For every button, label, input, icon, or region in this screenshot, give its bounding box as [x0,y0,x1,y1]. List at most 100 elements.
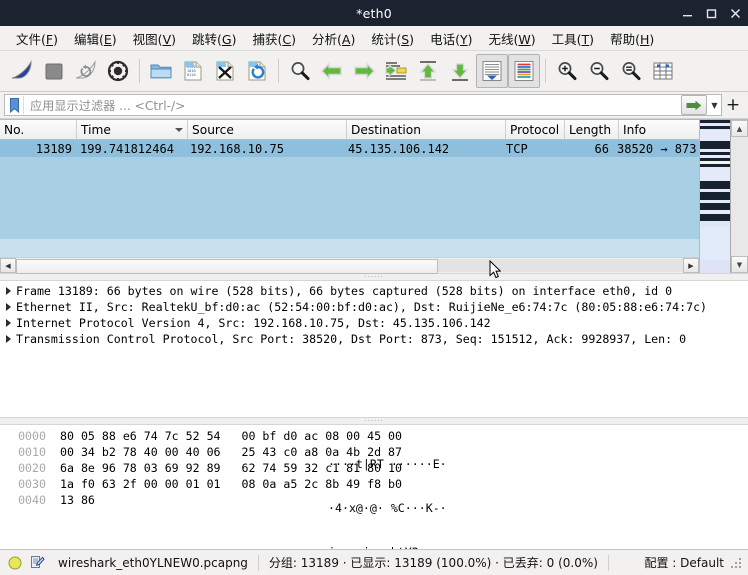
detail-row-tcp[interactable]: Transmission Control Protocol, Src Port:… [0,331,748,347]
restart-capture-icon[interactable] [70,54,102,88]
packet-list-rows: 13189 199.741812464 192.168.10.75 45.135… [0,140,699,257]
menu-analyze[interactable]: 分析(A) [304,27,363,50]
hex-dump[interactable]: 0000 0010 0020 0030 0040 80 05 88 e6 74 … [0,428,447,549]
menu-statistics[interactable]: 统计(S) [363,27,422,50]
column-header-no[interactable]: No. [0,120,77,139]
display-filter-bar: 应用显示过滤器 ... <Ctrl-/> ▼ + [0,92,748,119]
scroll-right-icon[interactable]: ▶ [683,258,699,273]
capture-comment-icon[interactable] [26,555,48,570]
expand-triangle-icon[interactable] [0,319,16,327]
colorize-icon[interactable] [508,54,540,88]
menu-file[interactable]: 文件(F) [8,27,66,50]
close-file-icon[interactable] [209,54,241,88]
packet-list-header: No. Time Source Destination Protocol Len… [0,120,699,140]
menu-view[interactable]: 视图(V) [125,27,184,50]
close-icon[interactable] [729,7,742,20]
menu-file-pre: 文件( [16,31,46,47]
menu-edit-post: ) [111,31,117,47]
menu-tools-pre: 工具( [551,31,582,47]
menu-wireless-post: ) [530,31,536,47]
menu-help-pre: 帮助( [610,31,640,47]
stop-capture-icon[interactable] [38,54,70,88]
zoom-out-icon[interactable] [583,54,615,88]
detail-text-frame: Frame 13189: 66 bytes on wire (528 bits)… [16,284,673,298]
table-row[interactable]: 13189 199.741812464 192.168.10.75 45.135… [0,140,699,157]
toolbar-separator-1 [139,59,140,83]
menu-go[interactable]: 跳转(G) [184,27,244,50]
pane-splitter-1[interactable]: ······ [0,273,748,281]
packet-list-horizontal-scrollbar[interactable]: ◀ ▶ [0,257,699,274]
expand-triangle-icon[interactable] [0,335,16,343]
chevron-down-icon[interactable]: ▼ [708,96,721,114]
menu-file-mnemonic: F [45,31,54,47]
column-header-source[interactable]: Source [188,120,347,139]
go-to-last-icon[interactable] [444,54,476,88]
expand-triangle-icon[interactable] [0,287,16,295]
filter-input[interactable]: 应用显示过滤器 ... <Ctrl-/> [24,96,681,114]
scroll-left-icon[interactable]: ◀ [0,258,16,273]
pane-splitter-2[interactable]: ······ [0,417,748,425]
start-capture-icon[interactable] [6,54,38,88]
status-packet-counts: 分组: 13189 · 已显示: 13189 (100.0%) · 已丢弃: 0… [268,556,598,570]
menu-help[interactable]: 帮助(H) [602,27,662,50]
hex-offset: 0000 [18,429,46,443]
go-to-packet-icon[interactable] [380,54,412,88]
capture-options-icon[interactable] [102,54,134,88]
go-to-first-icon[interactable] [412,54,444,88]
cell-destination: 45.135.106.142 [348,141,450,156]
minimize-icon[interactable] [681,7,694,20]
detail-row-ethernet[interactable]: Ethernet II, Src: RealtekU_bf:d0:ac (52:… [0,299,748,315]
column-header-destination[interactable]: Destination [347,120,506,139]
column-header-info[interactable]: Info [619,120,699,139]
resize-columns-icon[interactable] [647,54,679,88]
go-back-icon[interactable] [316,54,348,88]
column-header-protocol[interactable]: Protocol [506,120,565,139]
intelligent-scrollbar-map[interactable] [700,120,731,273]
menu-view-post: ) [171,31,177,47]
zoom-reset-icon[interactable] [615,54,647,88]
hscroll-thumb[interactable] [16,259,439,274]
menu-analyze-post: ) [350,31,356,47]
go-forward-icon[interactable] [348,54,380,88]
maximize-icon[interactable] [705,7,718,20]
detail-text-ethernet: Ethernet II, Src: RealtekU_bf:d0:ac (52:… [16,300,708,314]
find-packet-icon[interactable] [284,54,316,88]
scroll-down-icon[interactable]: ▼ [731,256,748,273]
vscroll-track[interactable] [731,137,748,256]
column-header-time[interactable]: Time [77,120,188,139]
cell-info: 38520 → 873 [ACK] [617,141,699,156]
scroll-up-icon[interactable]: ▲ [731,120,748,137]
save-file-icon[interactable]: 010110100110 [177,54,209,88]
packet-list-scroll-area: ▲ ▼ [699,120,748,273]
cell-protocol: TCP [506,141,528,156]
apply-filter-icon[interactable] [681,95,707,115]
svg-text:0110: 0110 [187,73,196,77]
hscroll-track[interactable] [16,259,683,274]
menu-wireless-pre: 无线( [488,31,519,47]
open-file-icon[interactable] [145,54,177,88]
menu-capture[interactable]: 捕获(C) [244,27,304,50]
hex-bytes: 13 86 [60,493,95,507]
zoom-in-icon[interactable] [551,54,583,88]
menu-telephony[interactable]: 电话(Y) [422,27,480,50]
expert-info-icon[interactable] [4,556,26,570]
toolbar-separator-3 [545,59,546,83]
expand-triangle-icon[interactable] [0,303,16,311]
menu-analyze-pre: 分析( [312,31,342,47]
resize-grip-icon[interactable] [730,557,742,569]
filter-input-container[interactable]: 应用显示过滤器 ... <Ctrl-/> ▼ [4,94,722,116]
detail-row-ipv4[interactable]: Internet Protocol Version 4, Src: 192.16… [0,315,748,331]
packet-list-vertical-scrollbar[interactable]: ▲ ▼ [731,120,748,273]
menu-edit[interactable]: 编辑(E) [66,27,125,50]
detail-row-frame[interactable]: Frame 13189: 66 bytes on wire (528 bits)… [0,283,748,299]
menu-tools[interactable]: 工具(T) [544,27,602,50]
status-profile[interactable]: 配置 : Default [644,554,724,571]
reload-file-icon[interactable] [241,54,273,88]
sort-descending-icon [175,127,183,132]
cell-length: 66 [594,141,609,156]
menu-wireless[interactable]: 无线(W) [480,27,543,50]
auto-scroll-icon[interactable] [476,54,508,88]
column-header-length[interactable]: Length [565,120,619,139]
add-filter-button[interactable]: + [722,94,744,116]
filter-bookmark-icon[interactable] [5,96,24,114]
